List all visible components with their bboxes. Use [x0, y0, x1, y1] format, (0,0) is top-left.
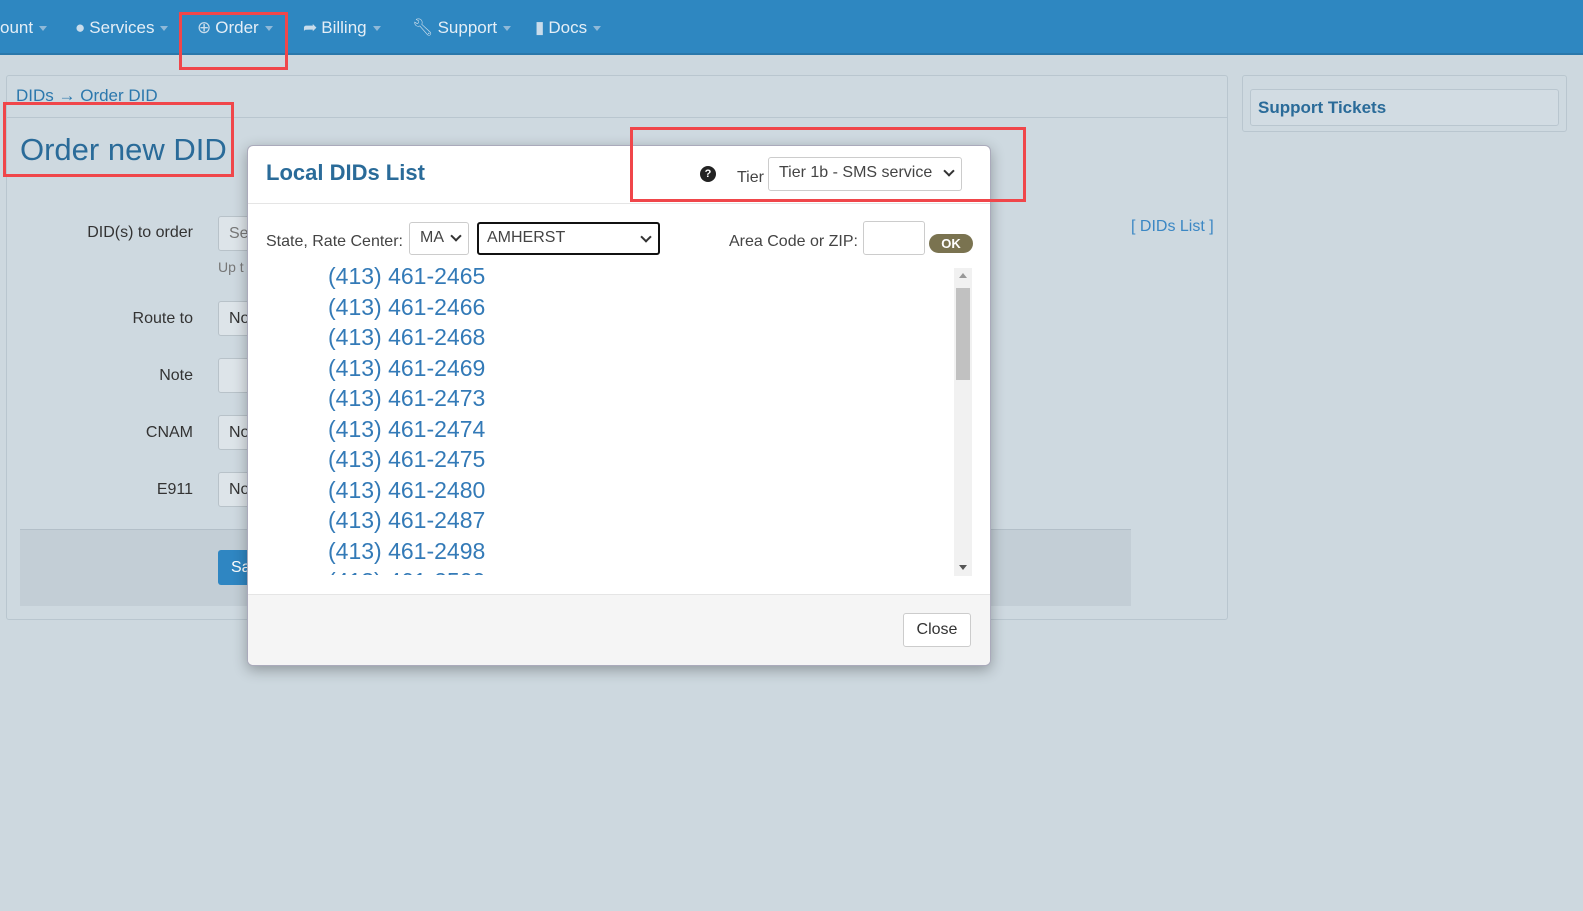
chevron-down-icon	[450, 230, 462, 242]
did-number-link[interactable]: (413) 461-2500	[328, 566, 628, 575]
caret-down-icon	[372, 26, 381, 32]
cnam-label: CNAM	[145, 424, 193, 441]
nav-label: Docs	[548, 18, 588, 37]
scrollbar[interactable]	[954, 268, 972, 576]
state-rate-center-label: State, Rate Center:	[266, 233, 403, 250]
caret-down-icon	[160, 26, 169, 32]
close-button[interactable]: Close	[903, 613, 971, 647]
wrench-icon: 🔧︎	[412, 18, 434, 37]
chevron-down-icon	[640, 231, 652, 243]
nav-label: ount	[0, 18, 34, 37]
nav-services[interactable]: ● Services	[75, 18, 169, 38]
e911-label: E911	[156, 481, 193, 498]
globe-icon: ●	[75, 18, 86, 37]
scroll-down-icon[interactable]	[959, 565, 967, 570]
modal-title: Local DIDs List	[266, 160, 425, 185]
nav-label: Billing	[321, 18, 367, 37]
did-number-link[interactable]: (413) 461-2498	[328, 536, 628, 567]
did-number-link[interactable]: (413) 461-2487	[328, 505, 628, 536]
did-number-link[interactable]: (413) 461-2475	[328, 444, 628, 475]
did-number-link[interactable]: (413) 461-2465	[328, 261, 628, 292]
caret-down-icon	[503, 26, 512, 32]
nav-label: Services	[89, 18, 155, 37]
state-value: MA	[420, 229, 444, 246]
book-icon: ▮	[535, 18, 545, 37]
did-number-list: (413) 461-2465 (413) 461-2466 (413) 461-24…	[328, 261, 628, 575]
nav-docs[interactable]: ▮ Docs	[535, 18, 602, 38]
did-number-link[interactable]: (413) 461-2468	[328, 322, 628, 353]
dids-list-link[interactable]: [ DIDs List ]	[1131, 218, 1214, 236]
nav-account[interactable]: ount	[0, 18, 48, 38]
zip-input[interactable]	[863, 221, 925, 255]
route-label: Route to	[132, 310, 193, 327]
annotation-box-title	[3, 102, 234, 177]
did-number-link[interactable]: (413) 461-2469	[328, 353, 628, 384]
scroll-up-icon[interactable]	[959, 273, 967, 278]
did-number-link[interactable]: (413) 461-2466	[328, 292, 628, 323]
did-number-link[interactable]: (413) 461-2473	[328, 383, 628, 414]
nav-billing[interactable]: ➦ Billing	[303, 18, 381, 38]
did-number-link[interactable]: (413) 461-2480	[328, 475, 628, 506]
zip-label: Area Code or ZIP:	[729, 233, 858, 250]
local-dids-modal: Local DIDs List ? Tier Tier 1b - SMS ser…	[247, 145, 991, 666]
share-arrow-icon: ➦	[303, 18, 318, 37]
did-number-link[interactable]: (413) 461-2474	[328, 414, 628, 445]
annotation-box-order	[179, 12, 288, 70]
caret-down-icon	[39, 26, 48, 32]
modal-footer	[248, 594, 990, 665]
divider	[248, 203, 990, 204]
ok-button[interactable]: OK	[929, 234, 973, 253]
scrollbar-thumb[interactable]	[956, 288, 970, 380]
support-tickets-heading[interactable]: Support Tickets	[1250, 89, 1559, 126]
annotation-box-tier	[630, 127, 1026, 202]
note-label: Note	[159, 367, 193, 384]
state-select[interactable]: MA	[409, 222, 469, 255]
nav-support[interactable]: 🔧︎ Support	[412, 18, 512, 38]
rate-center-select[interactable]: AMHERST	[477, 222, 660, 255]
dids-label: DID(s) to order	[87, 224, 193, 241]
nav-label: Support	[437, 18, 498, 37]
dids-hint: Up t	[218, 259, 244, 275]
rate-center-value: AMHERST	[487, 229, 566, 246]
caret-down-icon	[593, 26, 602, 32]
